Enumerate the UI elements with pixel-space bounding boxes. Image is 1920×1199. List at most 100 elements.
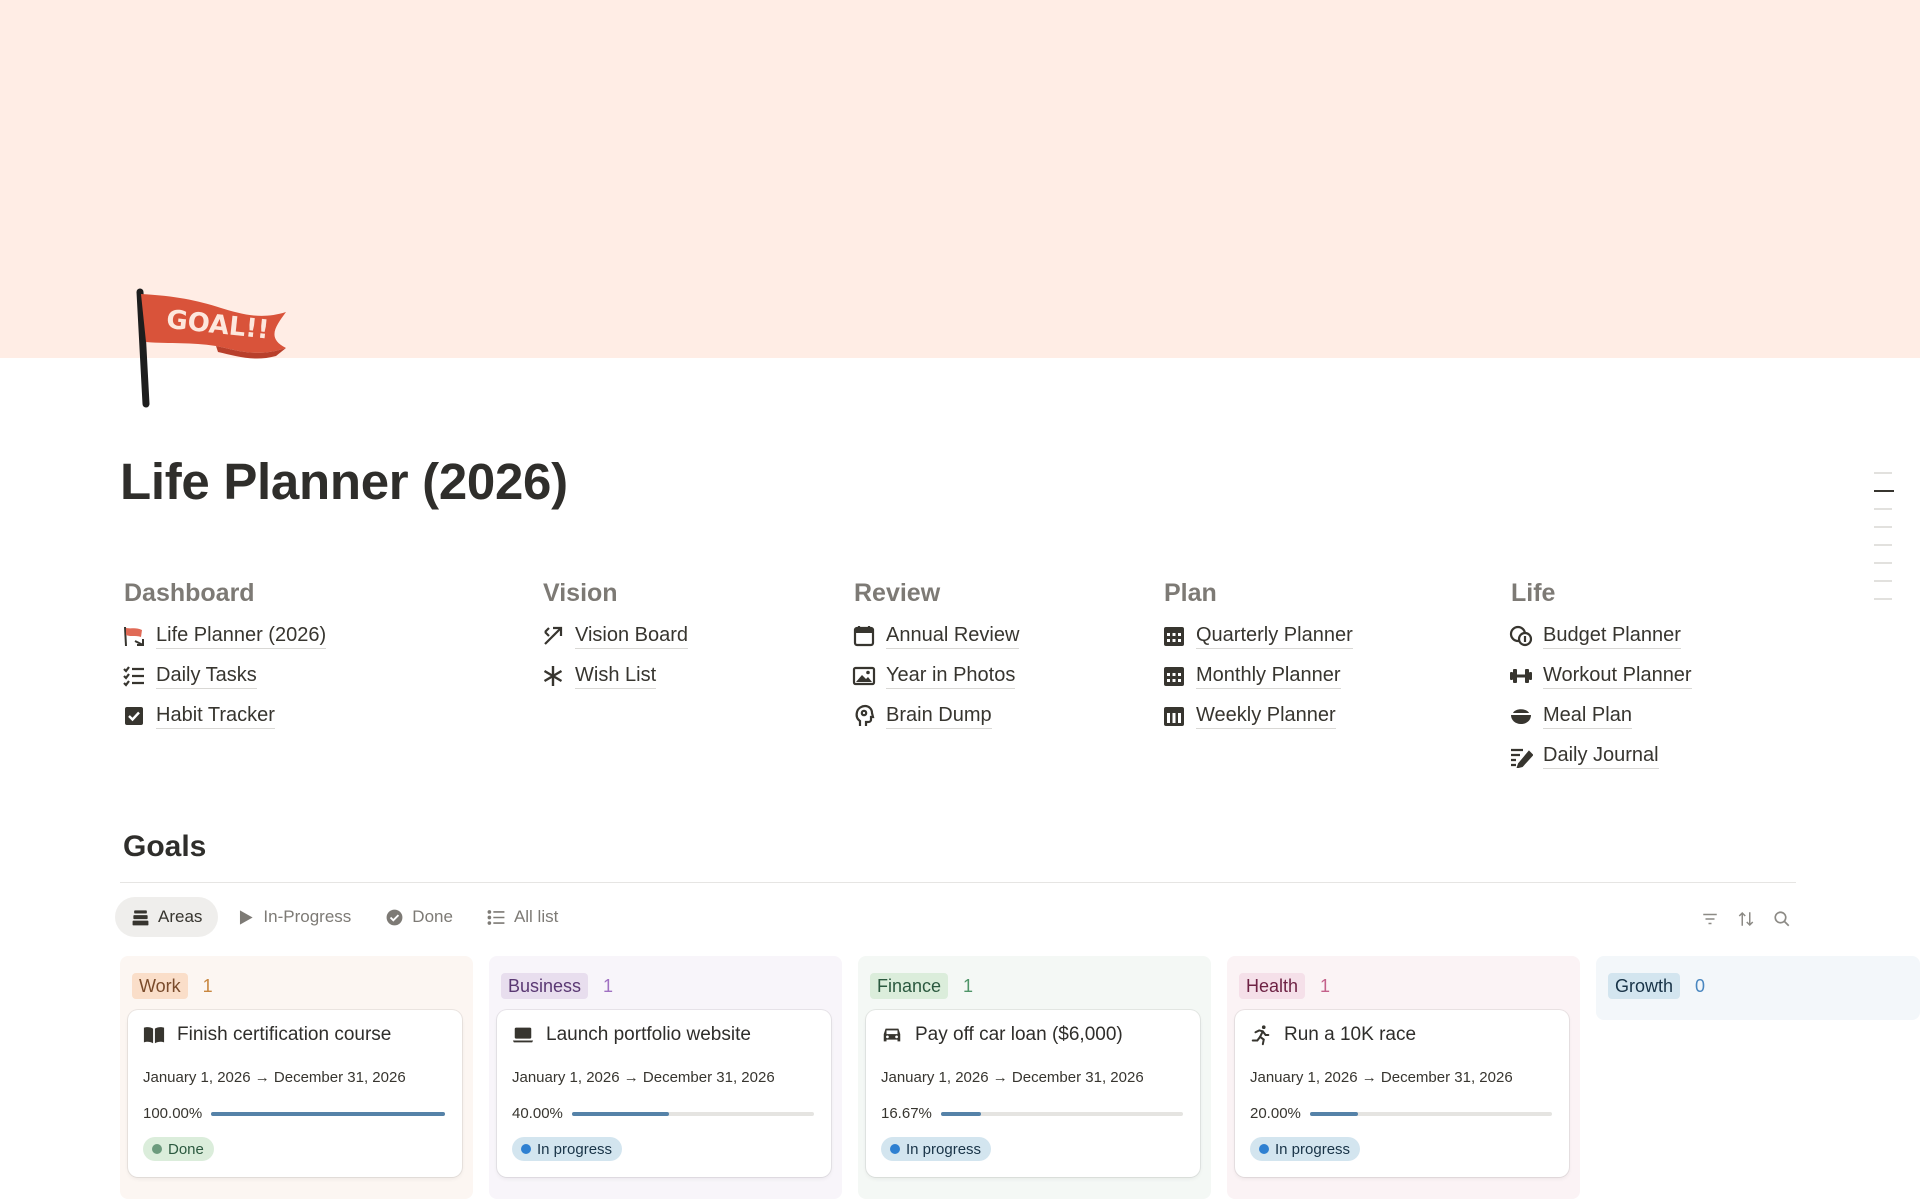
area-tag[interactable]: Growth — [1608, 973, 1681, 999]
tab-all-list[interactable]: All list — [471, 897, 574, 937]
search-button[interactable] — [1764, 907, 1800, 931]
progress-label: 20.00% — [1250, 1105, 1301, 1122]
nav-link-label: Annual Review — [886, 623, 1020, 649]
goal-card[interactable]: Launch portfolio website January 1, 2026… — [497, 1010, 831, 1177]
goal-card[interactable]: Finish certification course January 1, 2… — [128, 1010, 462, 1177]
car-icon — [883, 1028, 901, 1042]
nav-link-brain-dump[interactable]: Brain Dump — [850, 701, 1019, 731]
area-count: 1 — [603, 975, 614, 996]
area-tag[interactable]: Business — [501, 973, 589, 999]
goals-heading: Goals — [123, 830, 207, 863]
asterisk-icon — [539, 662, 567, 690]
goal-card[interactable]: Run a 10K race January 1, 2026 → Decembe… — [1235, 1010, 1569, 1177]
toc-marker[interactable] — [1874, 580, 1892, 582]
board-column-business: Business 1 Launch portfolio website Janu… — [489, 956, 842, 1199]
nav-link-habit-tracker[interactable]: Habit Tracker — [120, 701, 326, 731]
divider — [120, 882, 1796, 883]
progress-bar — [571, 1111, 814, 1116]
toc-marker[interactable] — [1874, 508, 1892, 510]
status-dot — [521, 1144, 531, 1154]
status-badge: In progress — [881, 1137, 992, 1161]
nav-link-label: Brain Dump — [886, 703, 992, 729]
board-column-finance: Finance 1 Pay off car loan ($6,000) Janu… — [858, 956, 1211, 1199]
card-title-text: Run a 10K race — [1284, 1024, 1417, 1045]
progress-bar — [940, 1111, 1183, 1116]
nav-heading: Vision — [543, 579, 618, 607]
nav-link-weekly-planner[interactable]: Weekly Planner — [1160, 701, 1353, 731]
head-icon — [850, 702, 878, 730]
status-badge: In progress — [512, 1137, 623, 1161]
coins-icon — [1507, 622, 1535, 650]
progress-fill — [1309, 1111, 1359, 1116]
toc-marker[interactable] — [1874, 598, 1892, 600]
area-tag[interactable]: Finance — [870, 973, 949, 999]
card-progress: 20.00% — [1250, 1105, 1552, 1122]
nav-link-budget-planner[interactable]: Budget Planner — [1507, 621, 1692, 651]
sort-icon — [1738, 911, 1754, 927]
goal-card[interactable]: Pay off car loan ($6,000) January 1, 202… — [866, 1010, 1200, 1177]
area-count: 1 — [202, 975, 213, 996]
toc-marker[interactable] — [1874, 526, 1892, 528]
progress-bar — [211, 1111, 446, 1116]
board-column-work: Work 1 Finish certification course Janua… — [120, 956, 473, 1199]
card-dates: January 1, 2026 → December 31, 2026 — [143, 1069, 406, 1086]
stack-icon — [132, 909, 149, 925]
nav-link-label: Wish List — [575, 663, 657, 689]
nav-link-life-planner[interactable]: Life Planner (2026) — [120, 621, 327, 651]
area-tag[interactable]: Work — [132, 973, 188, 999]
nav-link-label: Workout Planner — [1543, 663, 1692, 689]
nav-link-daily-journal[interactable]: Daily Journal — [1507, 741, 1692, 771]
area-count: 1 — [963, 975, 974, 996]
table-of-contents[interactable] — [1874, 472, 1894, 616]
toc-marker[interactable] — [1874, 544, 1892, 546]
calendar-grid-icon — [1160, 662, 1188, 690]
calendar-icon — [850, 622, 878, 650]
tab-label: In-Progress — [263, 907, 352, 926]
checkbox-icon — [120, 702, 148, 730]
board-toolbar — [1692, 907, 1800, 931]
nav-heading: Life — [1511, 579, 1556, 607]
calendar-grid-icon — [1160, 702, 1188, 730]
nav-link-quarterly-planner[interactable]: Quarterly Planner — [1160, 621, 1353, 651]
goal-flag-icon[interactable]: GOAL!! — [126, 286, 296, 408]
card-title: Run a 10K race — [1250, 1024, 1416, 1046]
filter-icon — [1703, 913, 1717, 925]
nav-link-vision-board[interactable]: Vision Board — [539, 621, 689, 651]
nav-link-label: Life Planner (2026) — [156, 623, 327, 649]
nav-link-wish-list[interactable]: Wish List — [539, 661, 688, 691]
nav-link-monthly-planner[interactable]: Monthly Planner — [1160, 661, 1353, 691]
toc-marker[interactable] — [1874, 472, 1892, 474]
progress-fill — [940, 1111, 982, 1116]
tab-in-progress[interactable]: In-Progress — [220, 897, 367, 937]
progress-fill — [571, 1111, 669, 1116]
progress-bar — [1309, 1111, 1552, 1116]
search-icon — [1774, 911, 1790, 927]
tab-label: Done — [412, 907, 453, 926]
area-count: 1 — [1320, 975, 1331, 996]
card-title: Pay off car loan ($6,000) — [881, 1024, 1123, 1046]
nav-link-year-in-photos[interactable]: Year in Photos — [850, 661, 1019, 691]
status-dot — [1259, 1144, 1269, 1154]
tab-areas[interactable]: Areas — [115, 897, 219, 937]
toc-marker[interactable] — [1874, 562, 1892, 564]
nav-column-review: Review Annual Review Year in Photos Brai… — [850, 578, 1020, 741]
status-badge: Done — [143, 1137, 214, 1161]
status-badge: In progress — [1250, 1137, 1361, 1161]
check-circle-icon — [386, 909, 403, 925]
tab-done[interactable]: Done — [369, 897, 469, 937]
nav-link-label: Habit Tracker — [156, 703, 275, 729]
nav-heading: Dashboard — [124, 579, 255, 607]
filter-button[interactable] — [1692, 907, 1728, 931]
sort-button[interactable] — [1728, 907, 1764, 931]
nav-link-annual-review[interactable]: Annual Review — [850, 621, 1020, 651]
nav-link-daily-tasks[interactable]: Daily Tasks — [120, 661, 326, 691]
nav-link-workout-planner[interactable]: Workout Planner — [1507, 661, 1692, 691]
list-icon — [487, 909, 505, 925]
nav-link-meal-plan[interactable]: Meal Plan — [1507, 701, 1692, 731]
area-count: 0 — [1695, 975, 1706, 996]
view-tabs: Areas In-Progress Done All list — [115, 897, 576, 937]
progress-fill — [211, 1111, 446, 1116]
toc-marker-active[interactable] — [1874, 490, 1894, 492]
write-icon — [1507, 742, 1535, 770]
area-tag[interactable]: Health — [1239, 973, 1306, 999]
